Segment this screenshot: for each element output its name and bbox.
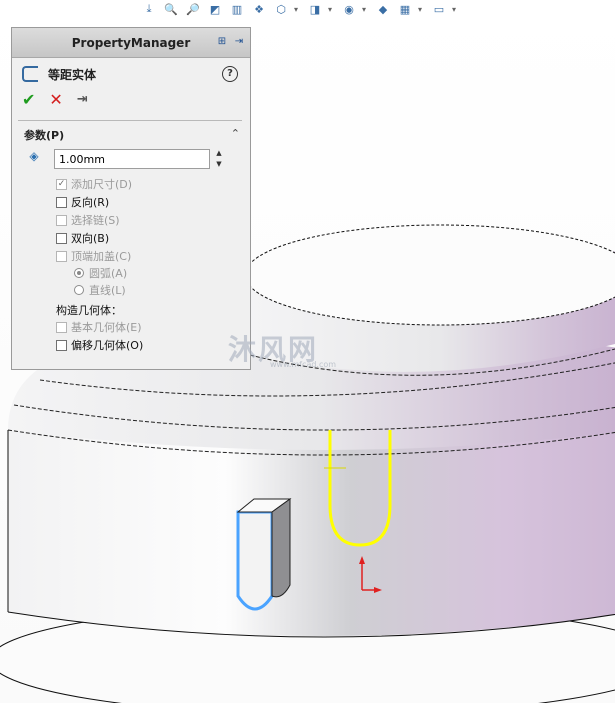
section-view-icon[interactable]: ◩ — [206, 1, 224, 17]
zoom-to-fit-icon[interactable]: ⤓ — [140, 1, 158, 17]
checkbox — [56, 321, 67, 333]
checkbox[interactable] — [56, 232, 67, 244]
feature-tree-icon[interactable]: ⊞ — [215, 35, 229, 49]
option-label: 反向(R) — [71, 196, 110, 209]
dynamic-annotation-icon[interactable]: ▥ — [228, 1, 246, 17]
checkbox: ✓ — [56, 178, 67, 190]
render-icon[interactable]: ▦ — [396, 1, 414, 17]
edit-appearance-icon[interactable]: ◉ — [340, 1, 358, 17]
watermark-url: www.mfcad.com — [270, 360, 337, 369]
checkbox[interactable] — [56, 196, 67, 208]
panel-title: PropertyManager — [71, 35, 191, 50]
option-label: 基本几何体(E) — [71, 321, 142, 334]
hide-show-icon[interactable]: ◨ — [306, 1, 324, 17]
chevron-down-icon[interactable]: ▾ — [328, 5, 336, 14]
cancel-button[interactable]: ✕ — [49, 90, 62, 109]
option-label: 顶端加盖(C) — [71, 250, 132, 263]
offset-distance-icon: ◈ — [29, 149, 39, 163]
offset-distance-input[interactable] — [54, 149, 210, 169]
option-label: 直线(L) — [89, 284, 126, 297]
spin-down-icon[interactable]: ▼ — [212, 159, 226, 170]
feature-header: 等距实体 ? — [22, 64, 238, 84]
construction-geometry-label: 构造几何体： — [56, 304, 122, 317]
add-dimensions-option: ✓ 添加尺寸(D) — [56, 176, 132, 192]
reverse-option[interactable]: 反向(R) — [56, 194, 109, 210]
pin-panel-icon[interactable]: ⇥ — [232, 35, 246, 49]
action-buttons: ✔ ✕ ⇥ — [22, 90, 88, 109]
checkbox[interactable] — [56, 339, 67, 351]
view-orientation-icon[interactable]: ❖ — [250, 1, 268, 17]
distance-row: ◈ ▲ ▼ — [24, 148, 226, 170]
property-manager-panel: PropertyManager ⊞ ⇥ 等距实体 ? ✔ ✕ ⇥ 参数(P) ⌃… — [11, 27, 251, 370]
scene-icon[interactable]: ◆ — [374, 1, 392, 17]
ok-button[interactable]: ✔ — [22, 90, 35, 109]
checkbox — [56, 250, 67, 262]
option-label: 双向(B) — [71, 232, 110, 245]
group-title: 参数(P) — [24, 129, 65, 142]
zoom-area-icon[interactable]: 🔍 — [162, 1, 180, 17]
selected-edge-profile[interactable] — [236, 510, 274, 611]
feature-title: 等距实体 — [48, 67, 97, 82]
option-label: 选择链(S) — [71, 214, 120, 227]
offset-entities-icon — [22, 66, 38, 82]
previous-view-icon[interactable]: 🔎 — [184, 1, 202, 17]
chevron-down-icon[interactable]: ▾ — [294, 5, 302, 14]
help-icon[interactable]: ? — [222, 66, 238, 82]
base-geometry-option: 基本几何体(E) — [56, 319, 142, 335]
cap-line-option: 直线(L) — [74, 282, 126, 298]
monitor-icon[interactable]: ▭ — [430, 1, 448, 17]
spin-up-icon[interactable]: ▲ — [212, 148, 226, 159]
display-style-icon[interactable]: ⬡ — [272, 1, 290, 17]
chevron-down-icon[interactable]: ▾ — [452, 5, 460, 14]
panel-header: PropertyManager ⊞ ⇥ — [12, 28, 250, 58]
option-label: 偏移几何体(O) — [71, 339, 144, 352]
cap-arc-option: 圆弧(A) — [74, 265, 127, 281]
keep-visible-button[interactable]: ⇥ — [77, 92, 88, 107]
chevron-up-icon[interactable]: ⌃ — [231, 127, 240, 143]
chevron-down-icon[interactable]: ▾ — [418, 5, 426, 14]
cap-ends-option: 顶端加盖(C) — [56, 248, 131, 264]
heads-up-toolbar: ⤓ 🔍 🔎 ◩ ▥ ❖ ⬡ ▾ ◨ ▾ ◉ ▾ ◆ ▦ ▾ ▭ ▾ — [140, 0, 460, 18]
option-label: 圆弧(A) — [89, 267, 128, 280]
checkbox — [56, 214, 67, 226]
offset-geometry-option[interactable]: 偏移几何体(O) — [56, 337, 143, 353]
option-label: 添加尺寸(D) — [71, 178, 133, 191]
cylinder-body[interactable] — [8, 430, 615, 636]
distance-spinner[interactable]: ▲ ▼ — [212, 148, 226, 170]
radio-button — [74, 285, 84, 295]
select-chain-option: 选择链(S) — [56, 212, 120, 228]
parameters-group-header[interactable]: 参数(P) ⌃ — [24, 127, 240, 143]
chevron-down-icon[interactable]: ▾ — [362, 5, 370, 14]
divider — [18, 120, 242, 121]
bidirectional-option[interactable]: 双向(B) — [56, 230, 109, 246]
radio-button — [74, 268, 84, 278]
